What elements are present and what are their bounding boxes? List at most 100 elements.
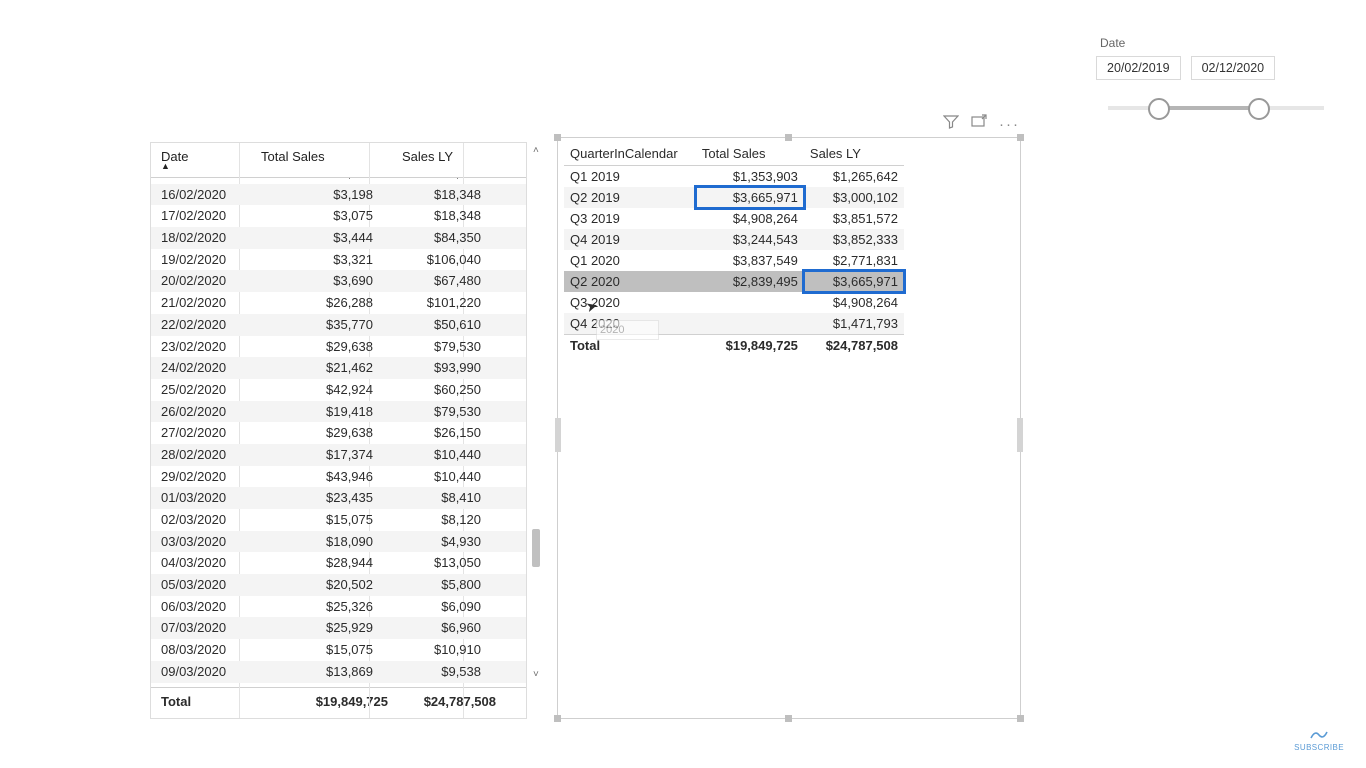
cell-sales: $26,288	[253, 292, 379, 314]
col-total-sales[interactable]: Total Sales	[696, 142, 804, 166]
subscribe-watermark: SUBSCRIBE	[1294, 728, 1344, 752]
cell-date: 22/02/2020	[151, 314, 253, 336]
quarterly-sales-table[interactable]: ··· QuarterInCalendar Total Sales Sales …	[557, 137, 1021, 719]
table-row[interactable]: Q3 2020 $4,908,264	[564, 292, 904, 313]
table-row[interactable]: 06/03/2020$25,326$6,090	[151, 596, 526, 618]
table-row[interactable]: 22/02/2020$35,770$50,610	[151, 314, 526, 336]
cell-sales-ly: $4,908,264	[804, 292, 904, 313]
col-total-sales[interactable]: Total Sales	[251, 143, 392, 177]
date-from-input[interactable]: 20/02/2019	[1096, 56, 1181, 80]
table-row[interactable]: Q1 2019$1,353,903$1,265,642	[564, 166, 904, 188]
cell-sales-ly: $101,220	[379, 292, 487, 314]
table-row[interactable]: 07/03/2020$25,929$6,960	[151, 617, 526, 639]
slider-handle-from[interactable]	[1148, 98, 1170, 120]
cell-sales-ly: $10,910	[379, 639, 487, 661]
cell-sales: $17,374	[253, 444, 379, 466]
date-to-input[interactable]: 02/12/2020	[1191, 56, 1276, 80]
scroll-thumb[interactable]	[532, 529, 540, 567]
visual-toolbar: ···	[943, 114, 1020, 134]
table-row[interactable]: 04/03/2020$28,944$13,050	[151, 552, 526, 574]
col-sales-ly[interactable]: Sales LY	[392, 143, 500, 177]
cell-sales-ly: $93,990	[379, 357, 487, 379]
cell-sales-ly: $84,350	[379, 227, 487, 249]
cell-sales-ly: $3,851,572	[804, 208, 904, 229]
cell-quarter: Q4 2019	[564, 229, 696, 250]
cell-date: 03/03/2020	[151, 531, 253, 553]
col-sales-ly[interactable]: Sales LY	[804, 142, 904, 166]
resize-handle[interactable]	[785, 715, 792, 722]
scroll-down-icon[interactable]: ˅	[533, 669, 539, 680]
table-row[interactable]: 20/02/2020$3,690$67,480	[151, 270, 526, 292]
table-row[interactable]: 19/02/2020$3,321$106,040	[151, 249, 526, 271]
table-row[interactable]: 02/03/2020$15,075$8,120	[151, 509, 526, 531]
resize-handle[interactable]	[1017, 418, 1023, 452]
table-row[interactable]: Q2 2019$3,665,971$3,000,102	[564, 187, 904, 208]
table-row[interactable]: 08/03/2020$15,075$10,910	[151, 639, 526, 661]
resize-handle[interactable]	[785, 134, 792, 141]
col-date[interactable]: Date ▲	[151, 143, 251, 177]
more-options-icon[interactable]: ···	[999, 116, 1020, 133]
cell-date: 01/03/2020	[151, 487, 253, 509]
cell-sales-ly: $79,530	[379, 401, 487, 423]
table-row[interactable]: 17/02/2020$3,075$18,348	[151, 205, 526, 227]
filter-icon[interactable]	[943, 114, 959, 134]
table-row[interactable]: 29/02/2020$43,946$10,440	[151, 466, 526, 488]
table-row[interactable]: Q4 2019$3,244,543$3,852,333	[564, 229, 904, 250]
table-row[interactable]: 01/03/2020$23,435$8,410	[151, 487, 526, 509]
resize-handle[interactable]	[554, 715, 561, 722]
table-row[interactable]: 27/02/2020$29,638$26,150	[151, 422, 526, 444]
cell-sales-ly: $5,800	[379, 574, 487, 596]
table-row[interactable]: 09/03/2020$13,869$9,538	[151, 661, 526, 683]
resize-handle[interactable]	[554, 134, 561, 141]
table-row[interactable]: 05/03/2020$20,502$5,800	[151, 574, 526, 596]
resize-handle[interactable]	[1017, 715, 1024, 722]
table-row[interactable]: 18/02/2020$3,444$84,350	[151, 227, 526, 249]
table-row[interactable]: 25/02/2020$42,924$60,250	[151, 379, 526, 401]
date-range-slider[interactable]	[1096, 94, 1336, 134]
slider-handle-to[interactable]	[1248, 98, 1270, 120]
cell-sales: $3,665,971	[696, 187, 804, 208]
cell-sales: $3,244,543	[696, 229, 804, 250]
table-row[interactable]: 23/02/2020$29,638$79,530	[151, 336, 526, 358]
cell-sales: $43,946	[253, 466, 379, 488]
cell-sales	[696, 292, 804, 313]
cell-date: 05/03/2020	[151, 574, 253, 596]
cell-sales: $3,690	[253, 270, 379, 292]
table-row[interactable]: 03/03/2020$18,090$4,930	[151, 531, 526, 553]
cell-sales-ly: $3,665,971	[804, 271, 904, 292]
cell-date: 28/02/2020	[151, 444, 253, 466]
cell-sales-ly: $8,120	[379, 509, 487, 531]
cell-sales: $3,444	[253, 227, 379, 249]
table-row[interactable]: Q2 2020$2,839,495$3,665,971	[564, 271, 904, 292]
cell-sales-ly: $10,440	[379, 444, 487, 466]
table-row[interactable]: 28/02/2020$17,374$10,440	[151, 444, 526, 466]
table-row[interactable]: 16/02/2020$3,198$18,348	[151, 184, 526, 206]
table-row[interactable]: Q1 2020$3,837,549$2,771,831	[564, 250, 904, 271]
table-row[interactable]: 26/02/2020$19,418$79,530	[151, 401, 526, 423]
col-quarter[interactable]: QuarterInCalendar	[564, 142, 696, 166]
cell-sales: $25,326	[253, 596, 379, 618]
resize-handle[interactable]	[1017, 134, 1024, 141]
cell-quarter: Q3 2019	[564, 208, 696, 229]
cell-sales-ly: $9,538	[379, 661, 487, 683]
cell-quarter: Q3 2020	[564, 292, 696, 313]
vertical-scrollbar[interactable]: ˄ ˅	[531, 145, 546, 690]
scroll-up-icon[interactable]: ˄	[533, 145, 539, 156]
cell-sales-ly: $67,480	[379, 270, 487, 292]
cell-sales: $3,075	[253, 205, 379, 227]
resize-handle[interactable]	[555, 418, 561, 452]
cell-sales-ly: $26,150	[379, 422, 487, 444]
table-row[interactable]: 24/02/2020$21,462$93,990	[151, 357, 526, 379]
cell-date: 29/02/2020	[151, 466, 253, 488]
table-row[interactable]: 21/02/2020$26,288$101,220	[151, 292, 526, 314]
cell-sales-ly: $60,250	[379, 379, 487, 401]
cell-date: 07/03/2020	[151, 617, 253, 639]
table-row[interactable]: Q3 2019$4,908,264$3,851,572	[564, 208, 904, 229]
cell-sales-ly: $18,348	[379, 205, 487, 227]
daily-sales-table[interactable]: Date ▲ Total Sales Sales LY 15/02/2020$2…	[150, 142, 527, 719]
date-slicer[interactable]: Date 20/02/2019 02/12/2020	[1096, 36, 1336, 134]
focus-mode-icon[interactable]	[971, 114, 987, 134]
slicer-title: Date	[1100, 36, 1336, 50]
cell-date: 20/02/2020	[151, 270, 253, 292]
cell-sales: $1,353,903	[696, 166, 804, 188]
